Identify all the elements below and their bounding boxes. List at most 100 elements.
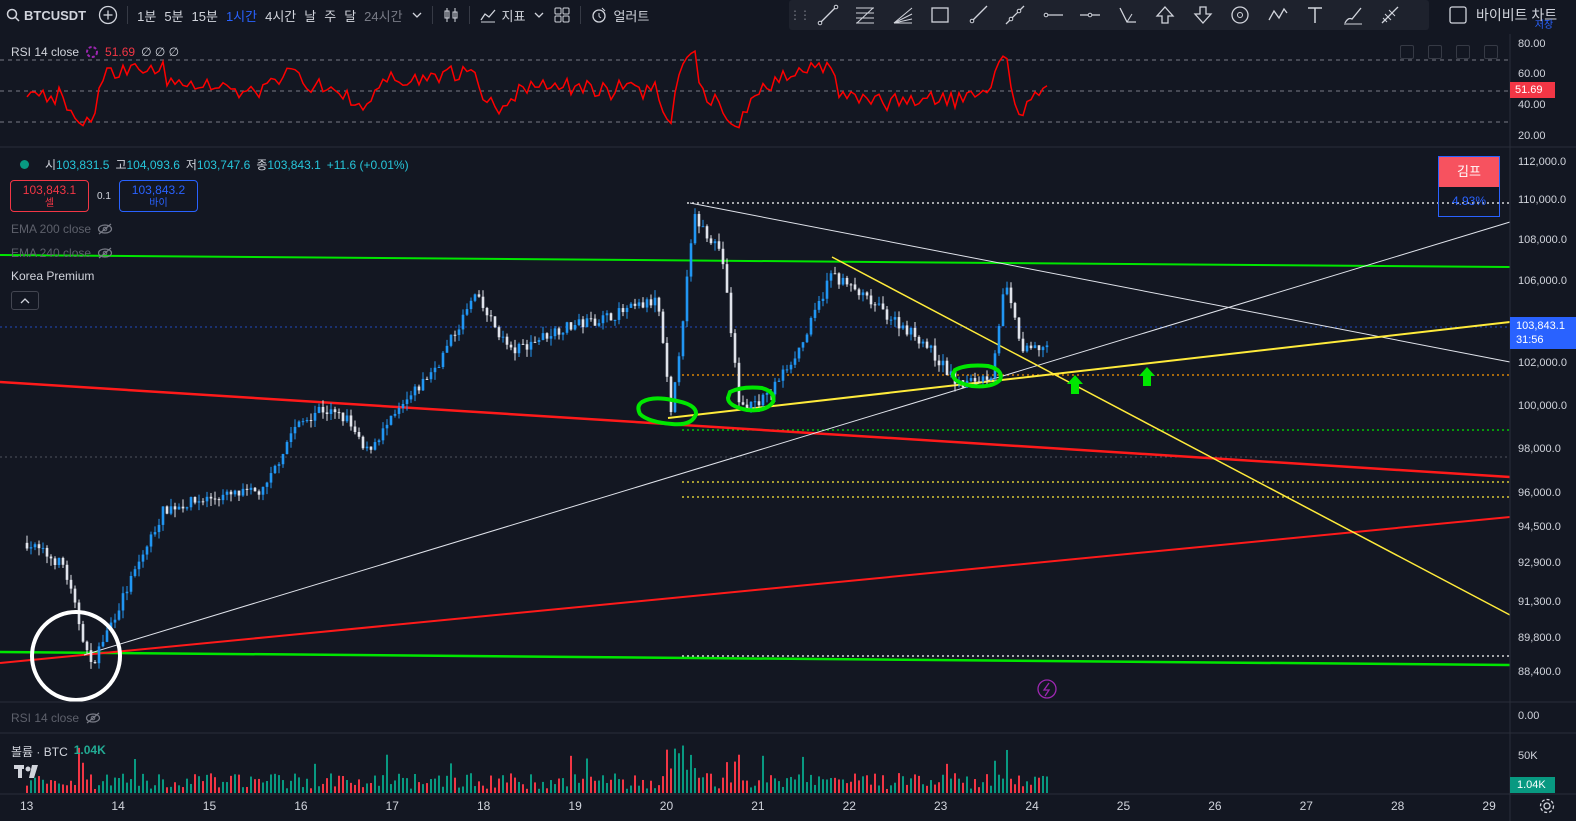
rectangle-tool[interactable] (922, 0, 960, 30)
ray-tool[interactable] (959, 0, 997, 30)
compare-button[interactable] (94, 0, 122, 30)
maximize-icon[interactable] (1456, 45, 1470, 59)
path-tool[interactable] (1259, 0, 1297, 30)
korea-premium-legend[interactable]: Korea Premium (11, 269, 94, 283)
volume-bar (650, 780, 652, 793)
candle-body (565, 322, 569, 333)
text-tool[interactable] (1297, 0, 1335, 30)
ema240-legend[interactable]: EMA 240 close (11, 246, 113, 260)
volume-bar (830, 778, 832, 793)
candle-body (857, 289, 861, 296)
fib-fan-tool[interactable] (884, 0, 922, 30)
candle-body (881, 303, 885, 310)
divider (468, 6, 470, 24)
eye-off-icon[interactable] (85, 712, 101, 724)
sell-button[interactable]: 103,843.1 셀 (10, 180, 89, 212)
rsi-axis-60: 60.00 (1518, 68, 1546, 80)
symbol-search[interactable]: BTCUSDT (0, 8, 94, 23)
interval-dropdown[interactable] (407, 0, 427, 30)
ema200-legend[interactable]: EMA 200 close (11, 222, 113, 236)
candle-body (573, 325, 577, 330)
volume-bar (870, 784, 872, 793)
candle-body (521, 343, 525, 345)
candle-body (305, 420, 309, 422)
interval-month[interactable]: 달 (340, 0, 360, 30)
buy-button[interactable]: 103,843.2 바이 (119, 180, 198, 212)
interval-4h[interactable]: 4시간 (261, 0, 300, 30)
interval-24h[interactable]: 24시간 (360, 0, 406, 30)
chart-type-button[interactable] (438, 0, 464, 30)
fib-lines-icon (856, 7, 875, 24)
volume-legend[interactable]: 볼륨 · BTC 1.04K (11, 743, 106, 760)
rsi-legend[interactable]: RSI 14 close 51.69 ∅ ∅ ∅ (11, 45, 179, 59)
brush-tool[interactable] (1334, 0, 1372, 30)
fib-fan-icon (893, 7, 913, 24)
volume-bar (54, 780, 56, 793)
drag-handle[interactable]: ⋮⋮ (789, 0, 811, 30)
indicators-button[interactable]: 지표 (475, 0, 530, 30)
interval-day[interactable]: 날 (300, 0, 320, 30)
candle-body (157, 524, 161, 533)
candle-body (789, 364, 793, 370)
candle-body (901, 325, 905, 329)
volume-bar (290, 780, 292, 793)
arrow-down-tool[interactable] (1184, 0, 1222, 30)
volume-bar (1026, 781, 1028, 793)
candle-body (913, 327, 917, 337)
interval-week[interactable]: 주 (320, 0, 340, 30)
delete-icon[interactable] (1428, 45, 1442, 59)
horizontal-ray-tool[interactable] (1034, 0, 1072, 30)
layout-square-icon[interactable] (1448, 5, 1468, 25)
volume-bar (1038, 777, 1040, 793)
collapse-legend-button[interactable] (11, 291, 39, 310)
fib-retracement-tool[interactable] (847, 0, 885, 30)
price-axis-91300: 91,300.0 (1518, 596, 1561, 608)
volume-bar (226, 782, 228, 793)
volume-bar (510, 773, 512, 793)
arrow-up-tool[interactable] (1147, 0, 1185, 30)
volume-bar (814, 784, 816, 793)
volume-bar (150, 788, 152, 793)
volume-bar (954, 773, 956, 793)
volume-bar (242, 787, 244, 793)
rsi2-legend[interactable]: RSI 14 close (11, 711, 101, 725)
candle-body (273, 465, 277, 474)
move-down-icon[interactable] (1400, 45, 1414, 59)
candle-body (249, 487, 253, 490)
settings-button[interactable] (1538, 797, 1556, 820)
alert-button[interactable]: 얼러트 (586, 0, 653, 30)
interval-1m[interactable]: 1분 (133, 0, 160, 30)
volume-bar (70, 780, 72, 793)
candle-body (753, 401, 757, 403)
indicators-dropdown[interactable] (529, 0, 549, 30)
text-icon (1308, 7, 1323, 23)
volume-bar (122, 773, 124, 793)
save-label[interactable]: 저장 (1535, 16, 1553, 31)
volume-bar (238, 774, 240, 793)
candle-body (53, 558, 57, 566)
candle-body (213, 498, 217, 500)
horizontal-line-tool[interactable] (1072, 0, 1110, 30)
candle-body (609, 313, 613, 321)
volume-bar (586, 758, 588, 793)
extended-line-tool[interactable] (997, 0, 1035, 30)
circle-tool[interactable] (1222, 0, 1260, 30)
interval-5m[interactable]: 5분 (160, 0, 187, 30)
templates-button[interactable] (549, 0, 575, 30)
interval-1h[interactable]: 1시간 (222, 0, 261, 30)
trend-line-tool[interactable] (809, 0, 847, 30)
measure-tool[interactable] (1372, 0, 1410, 30)
volume-bar (926, 785, 928, 793)
price-chart[interactable] (0, 34, 1576, 821)
tradingview-logo[interactable] (14, 763, 44, 784)
interval-15m[interactable]: 15분 (188, 0, 222, 30)
volume-bar (142, 773, 144, 793)
volume-bar (358, 779, 360, 793)
eye-off-icon[interactable] (97, 223, 113, 235)
candle-body (661, 311, 665, 343)
collapse-icon[interactable] (1484, 45, 1498, 59)
triangle-pattern-tool[interactable] (1109, 0, 1147, 30)
volume-bar (842, 779, 844, 793)
eye-off-icon[interactable] (97, 247, 113, 259)
candle-body (357, 432, 361, 437)
